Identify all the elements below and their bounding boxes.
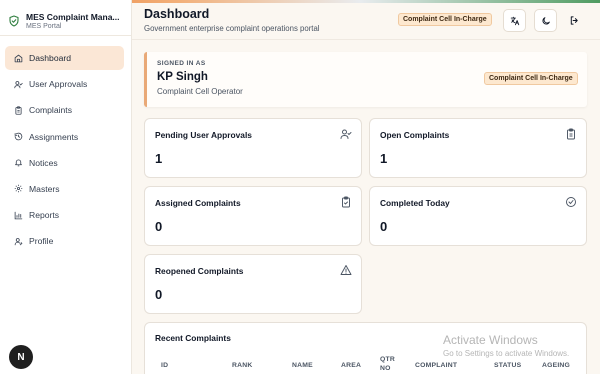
history-icon <box>14 132 23 141</box>
sidebar-nav: Dashboard User Approvals Complaints Assi… <box>0 36 131 253</box>
card-value: 1 <box>380 151 388 166</box>
card-title: Completed Today <box>380 198 450 208</box>
sidebar-item-user-approvals[interactable]: User Approvals <box>5 72 124 96</box>
brand[interactable]: MES Complaint Mana... MES Portal <box>0 0 131 36</box>
gear-icon <box>14 185 23 193</box>
translate-icon <box>510 16 519 25</box>
card-value: 0 <box>380 219 388 234</box>
home-icon <box>14 54 23 62</box>
sidebar-item-label: Masters <box>29 183 60 194</box>
column-header-complaint[interactable]: COMPLAINT <box>415 361 457 370</box>
bell-icon <box>15 159 22 167</box>
signed-in-label: SIGNED IN AS <box>157 60 206 67</box>
clipboard-check-icon <box>342 196 350 208</box>
bar-chart-icon <box>14 211 23 219</box>
sidebar-item-label: Complaints <box>29 105 72 116</box>
column-header-area[interactable]: AREA <box>341 361 361 370</box>
card-reopened-complaints[interactable]: Reopened Complaints 0 <box>144 254 362 314</box>
brand-title: MES Complaint Mana... <box>26 12 120 22</box>
sidebar-item-label: Assignments <box>29 131 79 142</box>
card-title: Pending User Approvals <box>155 130 252 140</box>
sidebar-item-label: Dashboard <box>29 53 72 63</box>
warning-icon <box>340 265 352 275</box>
sidebar-item-masters[interactable]: Masters <box>5 177 124 201</box>
sidebar-item-reports[interactable]: Reports <box>5 203 124 227</box>
sidebar-item-dashboard[interactable]: Dashboard <box>5 46 124 70</box>
language-button[interactable] <box>503 9 526 32</box>
theme-toggle-button[interactable] <box>534 9 557 32</box>
sidebar-item-assignments[interactable]: Assignments <box>5 125 124 149</box>
page-title: Dashboard <box>144 7 210 21</box>
avatar[interactable]: N <box>9 345 33 369</box>
role-badge: Complaint Cell In-Charge <box>398 13 492 26</box>
page-subtitle: Government enterprise complaint operatio… <box>144 24 320 33</box>
column-header-qtr-no[interactable]: QTR NO <box>380 355 404 373</box>
page-header: Dashboard Government enterprise complain… <box>132 3 600 40</box>
card-value: 0 <box>155 287 163 302</box>
card-title: Assigned Complaints <box>155 198 241 208</box>
user-check-icon <box>14 80 23 88</box>
clipboard-icon <box>567 128 575 140</box>
sidebar: MES Complaint Mana... MES Portal Dashboa… <box>0 0 132 374</box>
signed-in-panel: SIGNED IN AS KP Singh Complaint Cell Ope… <box>144 52 587 107</box>
brand-subtitle: MES Portal <box>26 23 62 30</box>
card-pending-user-approvals[interactable]: Pending User Approvals 1 <box>144 118 362 178</box>
user-check-icon <box>340 129 352 139</box>
card-open-complaints[interactable]: Open Complaints 1 <box>369 118 587 178</box>
windows-activation-watermark: Activate Windows Go to Settings to activ… <box>443 333 569 358</box>
column-header-ageing[interactable]: AGEING <box>542 361 570 370</box>
card-assigned-complaints[interactable]: Assigned Complaints 0 <box>144 186 362 246</box>
sidebar-item-complaints[interactable]: Complaints <box>5 98 124 122</box>
role-badge: Complaint Cell In-Charge <box>484 72 578 85</box>
shield-check-icon <box>9 15 19 27</box>
card-title: Reopened Complaints <box>155 266 244 276</box>
user-name: KP Singh <box>157 71 208 83</box>
user-icon <box>14 237 23 246</box>
watermark-title: Activate Windows <box>443 333 538 347</box>
card-value: 1 <box>155 151 163 166</box>
card-value: 0 <box>155 219 163 234</box>
section-title: Recent Complaints <box>155 333 231 343</box>
card-completed-today[interactable]: Completed Today 0 <box>369 186 587 246</box>
column-header-status[interactable]: STATUS <box>494 361 521 370</box>
sidebar-item-notices[interactable]: Notices <box>5 151 124 175</box>
moon-icon <box>542 16 550 24</box>
sidebar-item-label: User Approvals <box>29 79 88 90</box>
column-header-name[interactable]: NAME <box>292 361 313 370</box>
clipboard-icon <box>15 106 22 115</box>
watermark-subtitle: Go to Settings to activate Windows. <box>443 349 570 358</box>
check-circle-icon <box>566 197 576 207</box>
column-header-id[interactable]: ID <box>161 361 168 370</box>
user-role: Complaint Cell Operator <box>157 87 243 96</box>
column-header-rank[interactable]: RANK <box>232 361 252 370</box>
sidebar-item-label: Notices <box>29 157 58 168</box>
logout-icon[interactable] <box>569 15 580 26</box>
sidebar-item-label: Reports <box>29 210 60 221</box>
sidebar-item-label: Profile <box>29 236 54 247</box>
card-title: Open Complaints <box>380 130 450 140</box>
sidebar-item-profile[interactable]: Profile <box>5 229 124 253</box>
